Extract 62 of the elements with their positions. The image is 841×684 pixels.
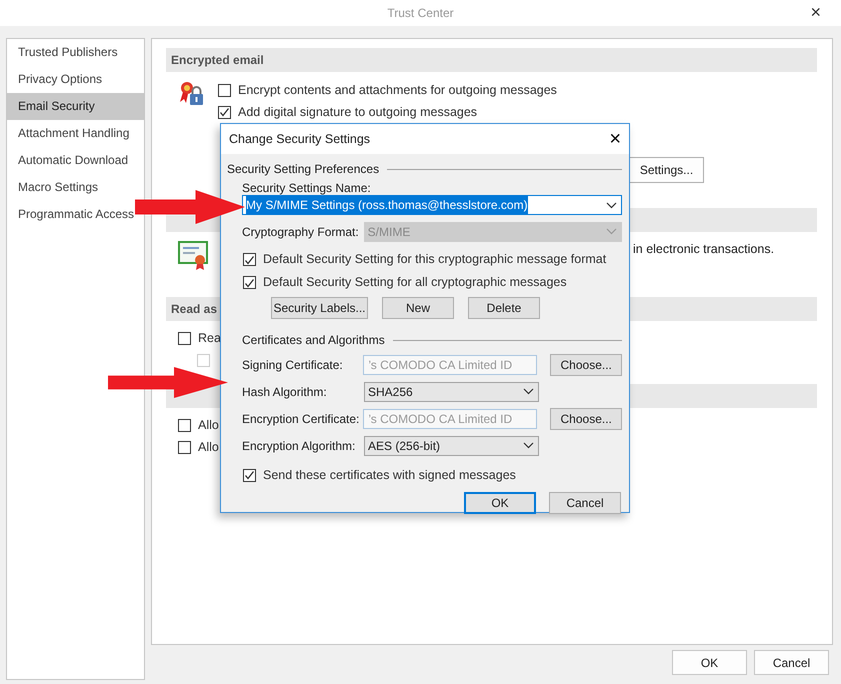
checkbox[interactable]	[218, 84, 231, 96]
dialog-button[interactable]: Delete	[468, 297, 540, 319]
dialog-button[interactable]: New	[382, 297, 454, 319]
chevron-down-icon	[606, 202, 617, 208]
section-title: Encrypted email	[171, 52, 264, 69]
certificate-icon	[178, 241, 208, 271]
field-label: Encryption Algorithm:	[242, 438, 356, 454]
algorithm-dropdown[interactable]: SHA256	[364, 382, 539, 402]
field-label: Signing Certificate:	[242, 356, 344, 374]
checkbox-label: Allo	[198, 416, 219, 434]
dialog-button[interactable]: Security Labels...	[271, 297, 368, 319]
chevron-down-icon	[606, 228, 617, 235]
checkbox-label: Add digital signature to outgoing messages	[238, 104, 478, 121]
checkbox[interactable]	[218, 106, 231, 118]
field-label: Cryptography Format:	[242, 224, 360, 240]
dialog-button[interactable]: Cancel	[754, 650, 829, 675]
sidebar-item[interactable]: Programmatic Access	[7, 201, 136, 228]
section-title: Read as	[171, 301, 218, 318]
checkbox[interactable]	[178, 332, 191, 344]
field-label: Encryption Certificate:	[242, 410, 360, 428]
group-heading: Security Setting Preferences	[227, 161, 622, 177]
algorithm-dropdown[interactable]: AES (256-bit)	[364, 436, 539, 456]
sidebar-item[interactable]: Attachment Handling	[7, 120, 132, 147]
check-icon	[244, 470, 255, 480]
seal-lock-icon	[178, 80, 204, 106]
sidebar-item[interactable]: Trusted Publishers	[7, 39, 120, 66]
settings-button[interactable]: Settings...	[629, 157, 704, 183]
close-button[interactable]: ×	[609, 129, 621, 149]
checkbox-label: Default Security Setting for this cryptographic message format	[263, 251, 606, 268]
chevron-down-icon	[523, 442, 534, 449]
checkbox-label: Encrypt contents and attachments for outgoing messages	[238, 82, 557, 99]
arrow-icon	[108, 367, 228, 398]
field-label: Hash Algorithm:	[242, 384, 328, 400]
checkbox[interactable]	[243, 468, 256, 482]
checkbox-label: Default Security Setting for all cryptographic messages	[263, 274, 567, 292]
check-icon	[244, 254, 255, 264]
checkbox[interactable]	[178, 440, 191, 454]
checkbox-label: Send these certificates with signed messages	[263, 466, 516, 484]
sidebar-item[interactable]: Email Security	[7, 93, 144, 120]
group-heading: Certificates and Algorithms	[227, 332, 622, 348]
dialog-button[interactable]: Cancel	[549, 492, 621, 514]
field-label: Security Settings Name:	[241, 180, 372, 195]
sidebar-item[interactable]: Macro Settings	[7, 174, 100, 201]
dialog-title: Change Security Settings	[229, 130, 370, 148]
choose-button[interactable]: Choose...	[550, 354, 622, 376]
settings-name-dropdown[interactable]: My S/MIME Settings (ross.thomas@thesslstore.com)	[242, 195, 622, 215]
checkbox[interactable]	[243, 276, 256, 289]
close-button[interactable]: ×	[808, 3, 823, 21]
checkbox-label: Rea	[198, 330, 221, 347]
sidebar-item[interactable]: Privacy Options	[7, 66, 104, 93]
dialog-button[interactable]: OK	[464, 492, 536, 514]
choose-button[interactable]: Choose...	[550, 408, 622, 430]
check-icon	[219, 107, 230, 117]
checkbox-label: Allo	[198, 438, 219, 456]
description-text: in electronic transactions.	[633, 241, 774, 258]
sidebar-item[interactable]: Automatic Download	[7, 147, 130, 174]
checkbox[interactable]	[243, 253, 256, 266]
dialog-button[interactable]: OK	[672, 650, 747, 675]
check-icon	[244, 278, 255, 288]
checkbox[interactable]	[178, 418, 191, 432]
window-title: Trust Center	[387, 5, 454, 22]
chevron-down-icon	[523, 388, 534, 395]
